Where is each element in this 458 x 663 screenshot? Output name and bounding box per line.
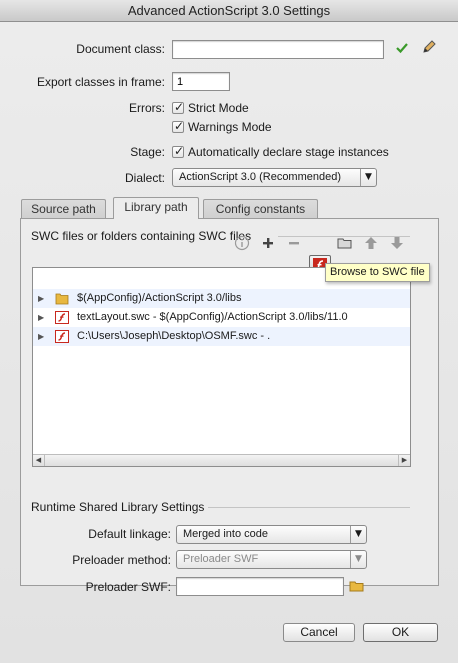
document-class-label: Document class: (76, 42, 165, 56)
folder-icon[interactable] (336, 234, 354, 252)
list-item-text: C:\Users\Joseph\Desktop\OSMF.swc - . (77, 330, 271, 342)
declare-stage-instances-checkbox[interactable]: Automatically declare stage instances (172, 144, 389, 159)
preloader-swf-label: Preloader SWF: (85, 580, 171, 594)
tab-source-path[interactable]: Source path (21, 199, 106, 219)
swc-list[interactable]: ▶ $(AppConfig)/ActionScript 3.0/libs ▶ t… (32, 267, 411, 467)
swc-icon (55, 311, 69, 324)
disclosure-triangle-icon[interactable]: ▶ (38, 327, 44, 346)
list-item-text: $(AppConfig)/ActionScript 3.0/libs (77, 292, 242, 304)
warnings-mode-checkbox[interactable]: Warnings Mode (172, 119, 272, 134)
window-title: Advanced ActionScript 3.0 Settings (127, 3, 331, 18)
add-icon[interactable] (259, 234, 277, 252)
swc-heading: SWC files or folders containing SWC file… (31, 229, 252, 243)
disclosure-triangle-icon[interactable]: ▶ (38, 289, 44, 308)
export-frame-input[interactable] (172, 72, 230, 91)
swc-icon (55, 330, 69, 343)
declare-stage-label: Automatically declare stage instances (188, 145, 389, 159)
list-item-text: textLayout.swc - $(AppConfig)/ActionScri… (77, 311, 348, 323)
up-arrow-icon[interactable] (362, 234, 380, 252)
folder-icon (55, 293, 69, 305)
dialect-select[interactable]: ActionScript 3.0 (Recommended) ▼ (172, 168, 377, 187)
cancel-button-label: Cancel (300, 625, 338, 639)
warnings-mode-check-box[interactable] (172, 119, 184, 133)
default-linkage-value: Merged into code (183, 528, 268, 540)
disclosure-triangle-icon[interactable]: ▶ (38, 308, 44, 327)
rsl-divider (208, 507, 410, 508)
ok-button-label: OK (391, 625, 410, 639)
stage-label: Stage: (130, 145, 165, 159)
tab-config-constants[interactable]: Config constants (203, 199, 318, 219)
dialect-label: Dialect: (124, 171, 165, 185)
strict-mode-label: Strict Mode (188, 101, 249, 115)
check-icon[interactable] (394, 40, 410, 56)
browse-swc-tooltip: Browse to SWC file (325, 263, 430, 282)
warnings-mode-label: Warnings Mode (188, 120, 272, 134)
strict-mode-checkbox[interactable]: Strict Mode (172, 100, 249, 115)
tab-library-path-label: Library path (124, 200, 188, 214)
down-arrow-icon[interactable] (388, 234, 406, 252)
tab-source-path-label: Source path (31, 202, 96, 216)
document-class-input[interactable] (172, 40, 384, 59)
chevron-down-icon: ▼ (350, 526, 366, 543)
chevron-down-icon: ▼ (350, 551, 366, 568)
pencil-icon[interactable] (420, 38, 438, 56)
preloader-method-value: Preloader SWF (183, 553, 259, 565)
remove-icon[interactable] (285, 234, 303, 252)
tab-config-constants-label: Config constants (215, 202, 306, 216)
tab-library-path[interactable]: Library path (113, 197, 199, 219)
list-item[interactable]: ▶ $(AppConfig)/ActionScript 3.0/libs (33, 289, 410, 308)
chevron-down-icon: ▼ (360, 169, 376, 186)
list-item[interactable]: ▶ textLayout.swc - $(AppConfig)/ActionSc… (33, 308, 410, 327)
declare-stage-check-box[interactable] (172, 144, 184, 158)
default-linkage-select[interactable]: Merged into code ▼ (176, 525, 367, 544)
default-linkage-label: Default linkage: (88, 527, 171, 541)
tooltip-text: Browse to SWC file (330, 266, 425, 278)
browse-folder-icon[interactable] (348, 577, 366, 595)
list-item[interactable]: ▶ C:\Users\Joseph\Desktop\OSMF.swc - . (33, 327, 410, 346)
export-frame-label: Export classes in frame: (36, 75, 165, 89)
preloader-swf-input[interactable] (176, 577, 344, 596)
preloader-method-select[interactable]: Preloader SWF ▼ (176, 550, 367, 569)
preloader-method-label: Preloader method: (72, 553, 171, 567)
scroll-right-icon[interactable]: ▶ (398, 455, 410, 466)
errors-label: Errors: (129, 101, 165, 115)
dialect-selected-value: ActionScript 3.0 (Recommended) (179, 171, 342, 183)
horizontal-scrollbar[interactable]: ◀ ▶ (33, 454, 410, 466)
strict-mode-check-box[interactable] (172, 100, 184, 114)
rsl-heading: Runtime Shared Library Settings (31, 500, 205, 514)
ok-button[interactable]: OK (363, 623, 438, 642)
title-bar: Advanced ActionScript 3.0 Settings (0, 0, 458, 22)
scroll-left-icon[interactable]: ◀ (33, 455, 45, 466)
info-icon[interactable] (233, 234, 251, 252)
cancel-button[interactable]: Cancel (283, 623, 355, 642)
